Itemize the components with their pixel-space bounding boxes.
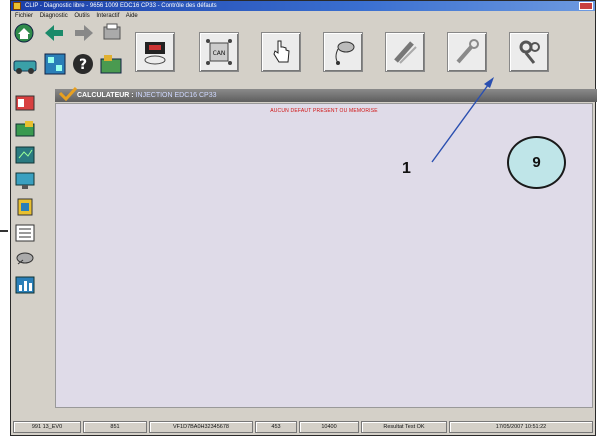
select-button[interactable] [261, 32, 301, 72]
sidebar-item-stats[interactable] [14, 275, 36, 295]
forward-button[interactable] [73, 22, 95, 44]
sidebar-item-measure[interactable] [14, 145, 36, 165]
cable-button[interactable] [385, 32, 425, 72]
help-button[interactable]: ? [71, 52, 95, 76]
id-card-icon [15, 95, 35, 111]
sidebar-item-config[interactable] [14, 171, 36, 191]
settings-icon [519, 40, 540, 64]
checkmark-icon [59, 87, 77, 101]
sidebar [11, 89, 53, 405]
bar-chart-icon [15, 276, 35, 294]
cable-icon [394, 41, 417, 64]
document-icon [17, 198, 33, 216]
mute-icon [144, 42, 166, 65]
menu-interactif[interactable]: Interactif [96, 13, 119, 19]
hand-pointer-icon [273, 40, 290, 63]
can-button[interactable]: CAN [199, 32, 239, 72]
annotation-label: 1 [402, 160, 411, 177]
status-code: 851 [83, 421, 147, 433]
sidebar-item-identification[interactable] [14, 93, 36, 113]
menu-outils[interactable]: Outils [74, 13, 89, 19]
settings-button[interactable] [509, 32, 549, 72]
list-icon [15, 224, 35, 242]
status-result: Resultat Test OK [361, 421, 447, 433]
margin-dash [0, 230, 8, 232]
print-button[interactable] [101, 22, 123, 44]
calculator-label: CALCULATEUR : [77, 92, 134, 99]
toolbar: ? CAN [11, 22, 595, 90]
status-value-a: 453 [255, 421, 297, 433]
menu-diagnostic[interactable]: Diagnostic [40, 13, 68, 19]
mute-button[interactable] [135, 32, 175, 72]
can-bus-icon: CAN [206, 39, 232, 65]
app-window: CLIP - Diagnostic libre - 9656 1009 EDC1… [10, 0, 597, 436]
probe-icon [335, 41, 355, 65]
menu-fichier[interactable]: Fichier [15, 13, 33, 19]
network-icon [44, 53, 66, 75]
tool-case-icon [15, 121, 35, 137]
help-icon: ? [73, 54, 93, 74]
calculator-name: INJECTION EDC16 CP33 [135, 92, 217, 99]
svg-text:?: ? [79, 57, 87, 73]
fault-message: AUCUN DEFAUT PRESENT OU MEMORISE [270, 108, 378, 114]
home-button[interactable] [13, 22, 35, 44]
calculator-bar: CALCULATEUR : INJECTION EDC16 CP33 [55, 87, 597, 102]
diagram-button[interactable] [43, 52, 67, 76]
close-button[interactable] [579, 2, 593, 10]
arrow-right-icon [75, 25, 93, 41]
app-icon [13, 2, 21, 10]
sidebar-item-document[interactable] [14, 197, 36, 217]
sidebar-item-sensor[interactable] [14, 249, 36, 269]
menu-bar: Fichier Diagnostic Outils Interactif Aid… [11, 11, 595, 22]
sidebar-item-tools[interactable] [14, 119, 36, 139]
status-version: 991 13_EV0 [13, 421, 81, 433]
wrench-button[interactable] [447, 32, 487, 72]
status-vin: VF1D7BA0H32345678 [149, 421, 253, 433]
title-bar: CLIP - Diagnostic libre - 9656 1009 EDC1… [11, 1, 595, 11]
sidebar-item-list[interactable] [14, 223, 36, 243]
home-icon [14, 23, 34, 43]
annotation-circle: 9 [507, 136, 566, 189]
svg-text:CAN: CAN [213, 50, 226, 57]
menu-aide[interactable]: Aide [126, 13, 138, 19]
arrow-left-icon [45, 25, 63, 41]
printer-icon [103, 23, 121, 40]
screen-icon [15, 172, 35, 189]
window-title: CLIP - Diagnostic libre - 9656 1009 EDC1… [25, 3, 217, 9]
meter-icon [15, 146, 35, 164]
wrench-icon [456, 39, 479, 64]
probe-button[interactable] [323, 32, 363, 72]
back-button[interactable] [43, 22, 65, 44]
sensor-icon [16, 252, 34, 265]
status-bar: 991 13_EV0 851 VF1D7BA0H32345678 453 104… [11, 419, 595, 435]
status-value-b: 10400 [299, 421, 359, 433]
status-datetime: 17/05/2007 10:51:22 [449, 421, 593, 433]
vehicle-button[interactable] [13, 52, 37, 76]
tools-button[interactable] [99, 52, 123, 76]
vehicle-icon [13, 60, 37, 74]
toolbox-icon [100, 55, 122, 74]
